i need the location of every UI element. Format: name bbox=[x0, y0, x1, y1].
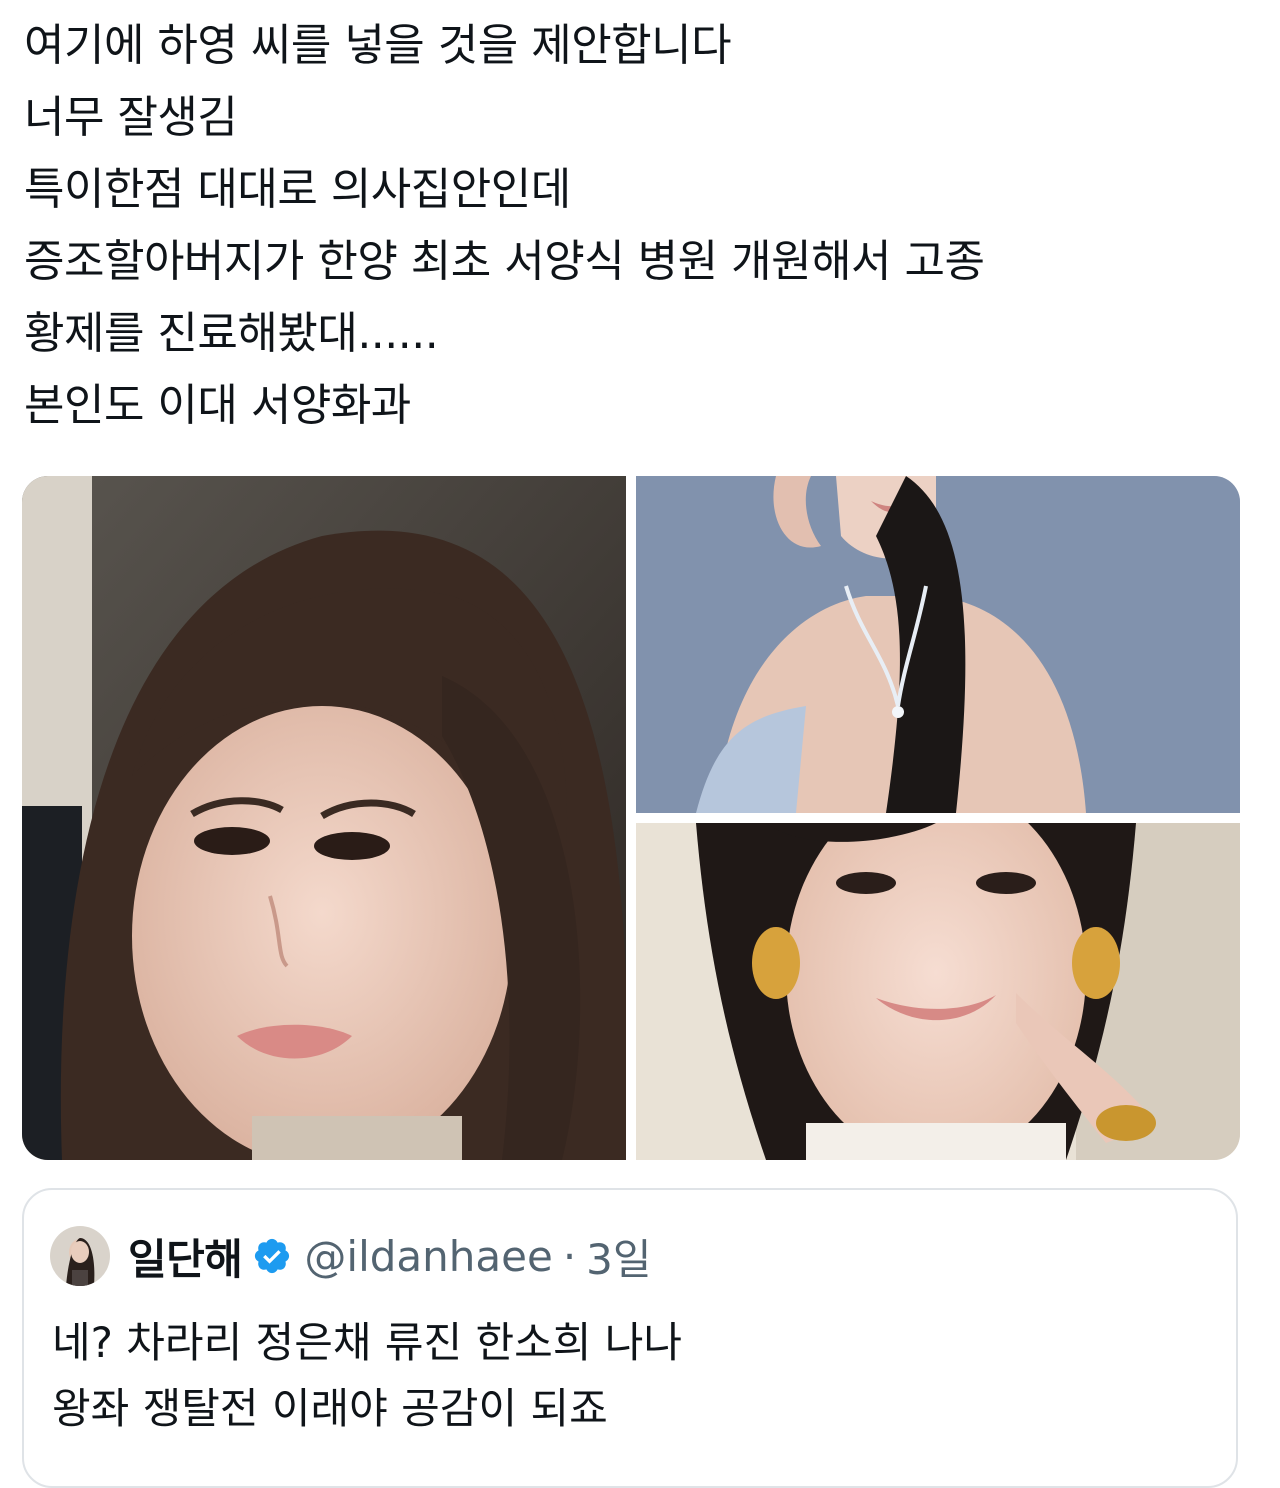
handle[interactable]: @ildanhaee bbox=[304, 1232, 552, 1281]
photo-gold-earrings[interactable] bbox=[636, 823, 1240, 1160]
quoted-tweet-text: 네? 차라리 정은채 류진 한소희 나나 왕좌 쟁탈전 이래야 공감이 되죠 bbox=[52, 1310, 1212, 1442]
photo-portrait-selfie[interactable] bbox=[22, 476, 626, 1160]
tweet-text-line: 너무 잘생김 bbox=[24, 92, 238, 143]
quoted-tweet-text-line: 네? 차라리 정은채 류진 한소희 나나 bbox=[52, 1318, 683, 1367]
tweet-text-line: 증조할아버지가 한양 최초 서양식 병원 개원해서 고종 bbox=[24, 236, 985, 287]
tweet-text-line: 본인도 이대 서양화과 bbox=[24, 380, 411, 431]
separator-dot: · bbox=[562, 1231, 577, 1281]
avatar[interactable] bbox=[50, 1226, 110, 1286]
media-grid bbox=[22, 476, 1240, 1160]
tweet-text-line: 특이한점 대대로 의사집안인데 bbox=[24, 164, 571, 215]
quoted-tweet-header: 일단해 @ildanhaee · 3일 bbox=[50, 1226, 652, 1286]
tweet-text: 여기에 하영 씨를 넣을 것을 제안합니다 너무 잘생김 특이한점 대대로 의사… bbox=[24, 10, 1256, 442]
quoted-tweet-text-line: 왕좌 쟁탈전 이래야 공감이 되죠 bbox=[52, 1384, 608, 1433]
display-name[interactable]: 일단해 bbox=[128, 1226, 243, 1287]
photo-blue-background[interactable] bbox=[636, 476, 1240, 813]
timestamp[interactable]: 3일 bbox=[586, 1226, 651, 1287]
tweet-text-line: 황제를 진료해봤대...... bbox=[24, 308, 439, 359]
tweet-text-line: 여기에 하영 씨를 넣을 것을 제안합니다 bbox=[24, 20, 732, 71]
verified-badge-icon bbox=[252, 1236, 292, 1276]
quoted-tweet-card[interactable]: 일단해 @ildanhaee · 3일 네? 차라리 정은채 류진 한소희 나나… bbox=[22, 1188, 1238, 1488]
